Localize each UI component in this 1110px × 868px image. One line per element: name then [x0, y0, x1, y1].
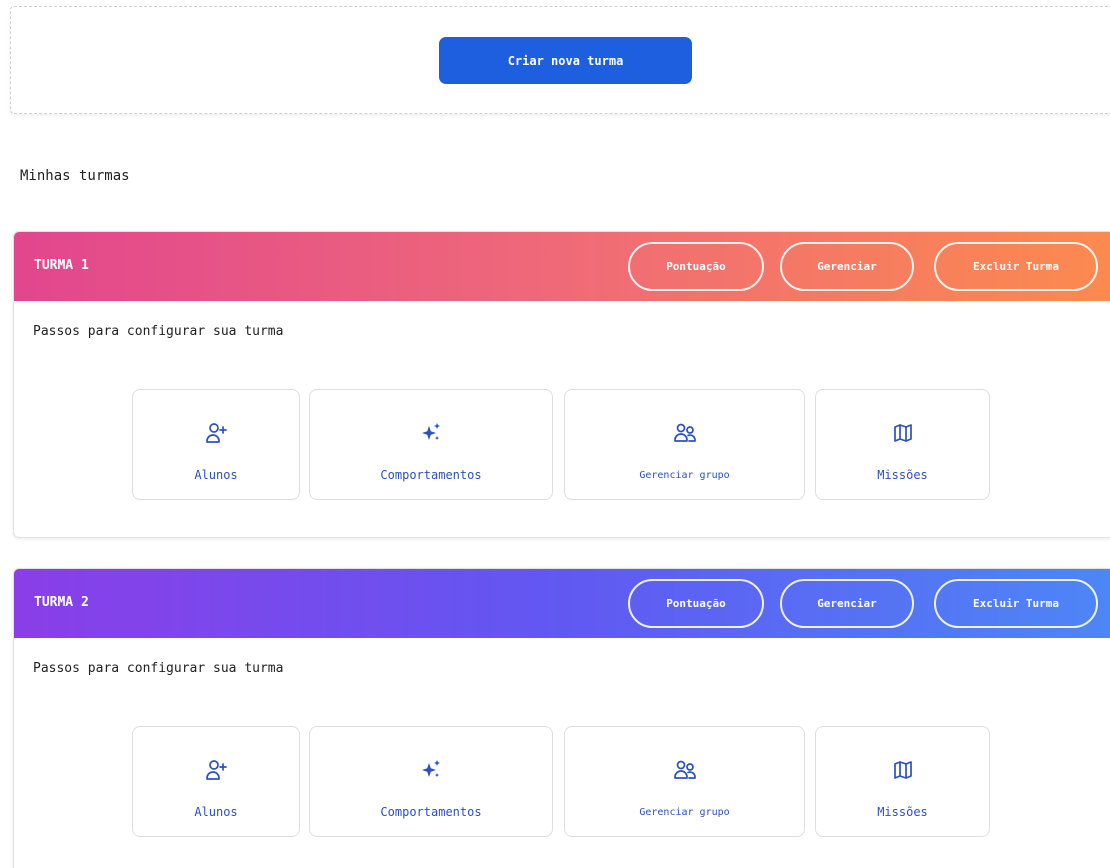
step-behaviors[interactable]: Comportamentos: [309, 726, 553, 837]
user-plus-icon: [133, 757, 299, 783]
users-icon: [565, 757, 804, 783]
create-class-panel: Criar nova turma: [10, 6, 1110, 114]
step-missions[interactable]: Missões: [815, 389, 990, 500]
step-behaviors[interactable]: Comportamentos: [309, 389, 553, 500]
class-card-header: TURMA 2 Pontuação Gerenciar Excluir Turm…: [14, 569, 1110, 638]
sparkles-icon: [310, 420, 552, 446]
step-label: Missões: [877, 468, 928, 482]
step-label: Comportamentos: [380, 468, 482, 482]
class-name: TURMA 1: [34, 258, 89, 273]
score-button[interactable]: Pontuação: [628, 242, 764, 291]
setup-steps-label: Passos para configurar sua turma: [33, 661, 284, 676]
delete-class-button[interactable]: Excluir Turma: [934, 579, 1098, 628]
step-students[interactable]: Alunos: [132, 726, 300, 837]
create-class-button[interactable]: Criar nova turma: [439, 37, 692, 84]
sparkles-icon: [310, 757, 552, 783]
step-label: Comportamentos: [380, 805, 482, 819]
step-label: Missões: [877, 805, 928, 819]
class-card: TURMA 2 Pontuação Gerenciar Excluir Turm…: [13, 568, 1110, 868]
manage-button[interactable]: Gerenciar: [780, 242, 914, 291]
step-students[interactable]: Alunos: [132, 389, 300, 500]
step-label: Alunos: [194, 468, 238, 482]
setup-steps-label: Passos para configurar sua turma: [33, 324, 284, 339]
manage-button[interactable]: Gerenciar: [780, 579, 914, 628]
map-icon: [816, 757, 989, 783]
step-manage-group[interactable]: Gerenciar grupo: [564, 726, 805, 837]
step-label: Gerenciar grupo: [639, 470, 730, 481]
users-icon: [565, 420, 804, 446]
step-label: Gerenciar grupo: [639, 807, 730, 818]
step-label: Alunos: [194, 805, 238, 819]
step-manage-group[interactable]: Gerenciar grupo: [564, 389, 805, 500]
map-icon: [816, 420, 989, 446]
section-title: Minhas turmas: [20, 168, 130, 184]
score-button[interactable]: Pontuação: [628, 579, 764, 628]
delete-class-button[interactable]: Excluir Turma: [934, 242, 1098, 291]
class-card: TURMA 1 Pontuação Gerenciar Excluir Turm…: [13, 231, 1110, 538]
class-card-header: TURMA 1 Pontuação Gerenciar Excluir Turm…: [14, 232, 1110, 301]
class-name: TURMA 2: [34, 595, 89, 610]
user-plus-icon: [133, 420, 299, 446]
step-missions[interactable]: Missões: [815, 726, 990, 837]
